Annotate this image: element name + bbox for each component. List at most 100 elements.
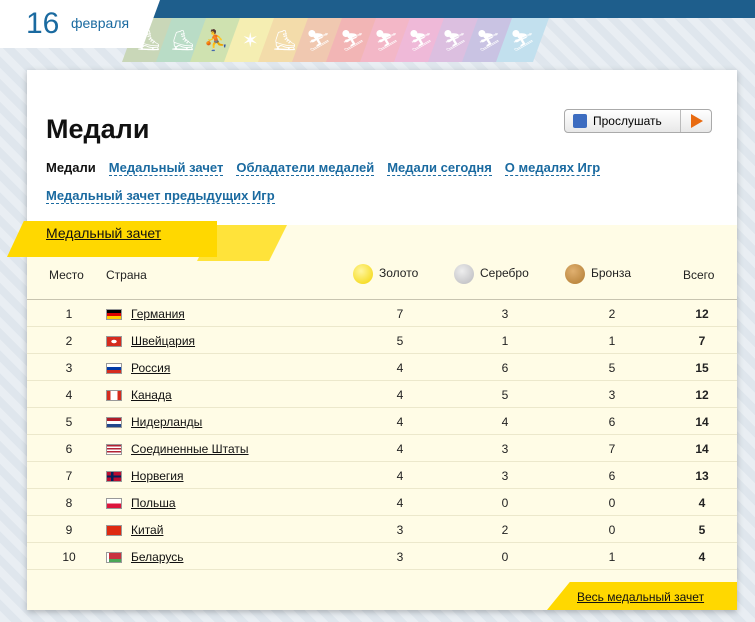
date-box: 16 февраля xyxy=(0,0,160,48)
place: 5 xyxy=(65,415,73,429)
tab-label: Медальный зачет xyxy=(46,225,162,241)
gold-count: 4 xyxy=(396,469,404,483)
card-header: Медали Прослушать Медали Медальный зачет О… xyxy=(27,70,737,225)
flag-no-icon xyxy=(106,471,122,482)
date-day: 16 xyxy=(26,7,60,40)
nav-link[interactable]: Медали xyxy=(46,160,96,175)
country-link[interactable]: Норвегия xyxy=(131,469,184,483)
silver-count: 5 xyxy=(501,388,509,402)
table-row: 8 Польша 4 0 0 4 xyxy=(27,489,737,516)
divider xyxy=(680,110,681,132)
flag-de-icon xyxy=(106,309,122,320)
place: 10 xyxy=(62,550,76,564)
silver-medal-icon xyxy=(454,264,474,284)
flag-ch-icon xyxy=(106,336,122,347)
listen-button[interactable]: Прослушать xyxy=(564,109,712,133)
silver-count: 1 xyxy=(501,334,509,348)
col-bronze: Бронза xyxy=(565,264,631,284)
page-title: Медали xyxy=(46,114,150,144)
tab-medal-standings[interactable]: Медальный зачет xyxy=(7,221,217,257)
section-nav: Медали Медальный зачет Обладатели медалей М… xyxy=(46,154,686,210)
total-count: 15 xyxy=(695,361,709,375)
listen-label: Прослушать xyxy=(593,114,662,128)
full-standings-button[interactable]: Весь медальный зачет xyxy=(547,582,737,610)
nav-link[interactable]: Медальный зачет xyxy=(108,160,224,176)
country-link[interactable]: Германия xyxy=(131,307,185,321)
tab-bar: Медальный зачет xyxy=(7,221,287,261)
table-row: 7 Норвегия 4 3 6 13 xyxy=(27,462,737,489)
country-link[interactable]: Соединенные Штаты xyxy=(131,442,249,456)
total-count: 12 xyxy=(695,307,709,321)
gold-medal-icon xyxy=(353,264,373,284)
bronze-label: Бронза xyxy=(591,266,632,281)
place: 4 xyxy=(65,388,73,402)
play-icon[interactable] xyxy=(691,114,703,128)
total-count: 13 xyxy=(695,469,709,483)
country-link[interactable]: Нидерланды xyxy=(131,415,202,429)
col-silver: Серебро xyxy=(454,264,529,284)
silver-count: 0 xyxy=(501,550,509,564)
gold-count: 4 xyxy=(396,496,404,510)
silver-count: 3 xyxy=(501,469,509,483)
place: 6 xyxy=(65,442,73,456)
bronze-count: 1 xyxy=(608,550,616,564)
gold-count: 3 xyxy=(396,550,404,564)
table-row: 4 Канада 4 5 3 12 xyxy=(27,381,737,408)
bronze-count: 0 xyxy=(608,523,616,537)
nav-link[interactable]: Медали сегодня xyxy=(387,160,492,176)
country-link[interactable]: Россия xyxy=(131,361,170,375)
silver-count: 6 xyxy=(501,361,509,375)
gold-count: 4 xyxy=(396,442,404,456)
bronze-medal-icon xyxy=(565,264,585,284)
bronze-count: 3 xyxy=(608,388,616,402)
total-count: 4 xyxy=(698,496,706,510)
table-row: 10 Беларусь 3 0 1 4 xyxy=(27,543,737,570)
total-count: 14 xyxy=(695,442,709,456)
table-row: 6 Соединенные Штаты 4 3 7 14 xyxy=(27,435,737,462)
speaker-icon xyxy=(573,114,587,128)
country-link[interactable]: Китай xyxy=(131,523,163,537)
sports-strip: ⛸ ⛸ ⛹ ✶ ⛸ ⛷ ⛷ ⛷ ⛷ ⛷ ⛷ ⛷ xyxy=(121,18,550,62)
table-row: 5 Нидерланды 4 4 6 14 xyxy=(27,408,737,435)
silver-count: 4 xyxy=(501,415,509,429)
gold-count: 7 xyxy=(396,307,404,321)
gold-label: Золото xyxy=(379,266,419,281)
country-link[interactable]: Швейцария xyxy=(131,334,195,348)
country-link[interactable]: Канада xyxy=(131,388,172,402)
table-row: 2 Швейцария 5 1 1 7 xyxy=(27,327,737,354)
col-gold: Золото xyxy=(353,264,418,284)
total-count: 14 xyxy=(695,415,709,429)
flag-by-icon xyxy=(106,552,122,563)
bronze-count: 1 xyxy=(608,334,616,348)
gold-count: 4 xyxy=(396,361,404,375)
bronze-count: 6 xyxy=(608,415,616,429)
total-count: 12 xyxy=(695,388,709,402)
bronze-count: 6 xyxy=(608,469,616,483)
bronze-count: 2 xyxy=(608,307,616,321)
flag-ca-icon xyxy=(106,390,122,401)
table-row: 3 Россия 4 6 5 15 xyxy=(27,354,737,381)
place: 2 xyxy=(65,334,73,348)
nav-link[interactable]: О медалях Игр xyxy=(504,160,601,176)
silver-count: 2 xyxy=(501,523,509,537)
full-standings-link[interactable]: Весь медальный зачет xyxy=(577,590,704,604)
total-count: 5 xyxy=(698,523,706,537)
silver-count: 3 xyxy=(501,307,509,321)
total-count: 7 xyxy=(698,334,706,348)
col-total: Всего xyxy=(683,268,715,282)
nav-link[interactable]: Обладатели медалей xyxy=(236,160,375,176)
place: 1 xyxy=(65,307,73,321)
country-link[interactable]: Польша xyxy=(131,496,176,510)
place: 7 xyxy=(65,469,73,483)
flag-nl-icon xyxy=(106,417,122,428)
total-count: 4 xyxy=(698,550,706,564)
place: 3 xyxy=(65,361,73,375)
bronze-count: 0 xyxy=(608,496,616,510)
bronze-count: 5 xyxy=(608,361,616,375)
country-link[interactable]: Беларусь xyxy=(131,550,183,564)
flag-ru-icon xyxy=(106,363,122,374)
silver-count: 3 xyxy=(501,442,509,456)
nav-link[interactable]: Медальный зачет предыдущих Игр xyxy=(46,188,275,204)
table-row: 9 Китай 3 2 0 5 xyxy=(27,516,737,543)
gold-count: 4 xyxy=(396,415,404,429)
